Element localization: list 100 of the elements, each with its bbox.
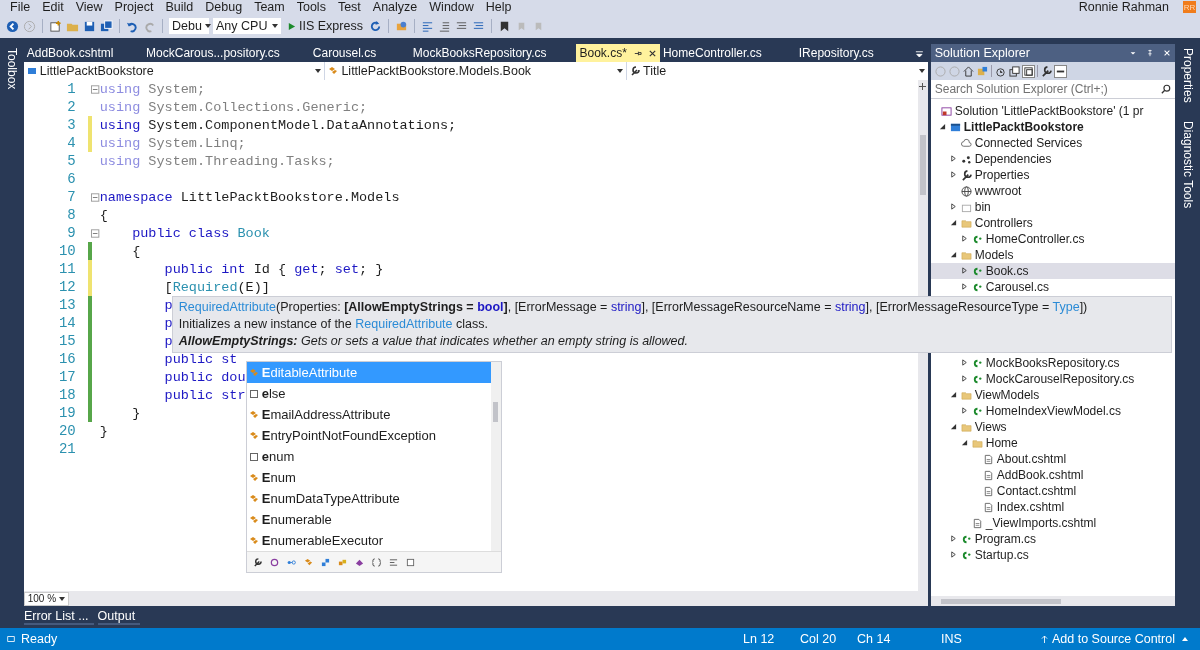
switch-views-icon[interactable] <box>976 65 988 77</box>
completion-item[interactable]: EmailAddressAttribute <box>246 404 491 425</box>
navigation-dropdown[interactable]: LittlePacktBookstore.Models.Book <box>325 62 627 80</box>
document-tab[interactable]: Book.cs* <box>576 44 660 62</box>
source-control-button[interactable]: Add to Source Control <box>1041 632 1188 646</box>
collapsed-arrow-icon[interactable] <box>960 407 968 414</box>
expanded-arrow-icon[interactable] <box>949 219 957 226</box>
back-icon[interactable] <box>6 19 19 33</box>
navigation-dropdown[interactable]: Title <box>627 62 928 80</box>
tree-item[interactable]: MockBooksRepository.cs <box>930 355 1176 371</box>
home-icon[interactable] <box>962 65 974 77</box>
menu-item[interactable]: Debug <box>199 0 249 14</box>
menu-item[interactable]: Build <box>159 0 200 14</box>
completion-item[interactable]: enum <box>246 446 491 467</box>
tree-item[interactable]: Home <box>930 435 1176 451</box>
collapsed-arrow-icon[interactable] <box>949 203 957 210</box>
preview-icon[interactable] <box>1054 65 1066 77</box>
menu-item[interactable]: Edit <box>36 0 70 14</box>
expanded-arrow-icon[interactable] <box>938 123 946 130</box>
show-all-files-icon[interactable] <box>1022 65 1034 77</box>
save-icon[interactable] <box>83 19 96 33</box>
side-panel-tab[interactable]: Properties <box>1180 46 1195 105</box>
align-icon[interactable] <box>420 19 434 33</box>
expanded-arrow-icon[interactable] <box>949 423 957 430</box>
document-tab[interactable]: AddBook.cshtml <box>23 44 144 62</box>
collapsed-arrow-icon[interactable] <box>960 359 968 366</box>
run-button[interactable]: IIS Express <box>285 19 365 33</box>
tree-item[interactable]: _ViewImports.cshtml <box>930 515 1176 531</box>
tree-item[interactable]: Startup.cs <box>930 547 1176 563</box>
tree-item[interactable]: Properties <box>930 167 1176 183</box>
refresh-icon[interactable] <box>368 19 382 33</box>
menu-item[interactable]: Tools <box>290 0 332 14</box>
document-tab[interactable]: MockBooksRepository.cs <box>409 44 577 62</box>
tree-item[interactable]: Connected Services <box>930 135 1176 151</box>
collapsed-arrow-icon[interactable] <box>949 551 957 558</box>
tree-item[interactable]: Carousel.cs <box>930 279 1176 295</box>
tree-item[interactable]: Program.cs <box>930 531 1176 547</box>
keyword-icon[interactable] <box>405 557 415 567</box>
menu-item[interactable]: Help <box>479 0 518 14</box>
collapsed-arrow-icon[interactable] <box>949 155 957 162</box>
menu-item[interactable]: Team <box>248 0 291 14</box>
scrollbar-thumb[interactable] <box>919 135 926 195</box>
collapse-icon[interactable] <box>91 84 100 94</box>
menu-item[interactable]: Test <box>331 0 367 14</box>
completion-item[interactable]: else <box>246 383 491 404</box>
document-tab[interactable]: Carousel.cs <box>309 44 410 62</box>
dropdown-icon[interactable] <box>1129 49 1138 57</box>
tree-item[interactable]: Views <box>930 419 1176 435</box>
tree-item[interactable]: Solution 'LittlePacktBookstore' (1 pr <box>930 103 1176 119</box>
tree-item[interactable]: About.cshtml <box>930 451 1176 467</box>
menu-item[interactable]: Window <box>423 0 480 14</box>
menu-item[interactable]: Analyze <box>366 0 424 14</box>
browser-link-icon[interactable] <box>394 19 408 33</box>
user-name[interactable]: Ronnie Rahman <box>1078 0 1169 14</box>
tree-item[interactable]: AddBook.cshtml <box>930 467 1176 483</box>
new-project-icon[interactable] <box>49 19 62 33</box>
save-all-icon[interactable] <box>100 19 113 33</box>
menu-item[interactable]: View <box>69 0 109 14</box>
collapsed-arrow-icon[interactable] <box>960 375 968 382</box>
close-icon[interactable] <box>1163 49 1172 57</box>
document-tab[interactable]: MockCarous...pository.cs <box>143 44 310 62</box>
completion-item[interactable]: EnumDataTypeAttribute <box>246 488 491 509</box>
tree-item[interactable]: ViewModels <box>930 387 1176 403</box>
document-tab[interactable]: IRepository.cs <box>795 44 915 62</box>
completion-item[interactable]: Enum <box>246 467 491 488</box>
tree-item[interactable]: Controllers <box>930 215 1176 231</box>
platform-dropdown[interactable]: Any CPU <box>213 18 281 34</box>
tree-item[interactable]: LittlePacktBookstore <box>930 119 1176 135</box>
side-panel-tab[interactable]: Diagnostic Tools <box>1180 118 1195 210</box>
snippet-icon[interactable] <box>388 557 398 567</box>
namespace-icon[interactable] <box>371 557 381 567</box>
split-icon[interactable] <box>918 82 928 91</box>
expanded-arrow-icon[interactable] <box>960 439 968 446</box>
expanded-arrow-icon[interactable] <box>949 251 957 258</box>
tree-item[interactable]: Book.cs <box>930 263 1176 279</box>
collapse-icon[interactable] <box>91 228 100 238</box>
history-icon[interactable] <box>994 65 1006 77</box>
pin-icon[interactable] <box>1146 49 1155 57</box>
tree-item[interactable]: MockCarouselRepository.cs <box>930 371 1176 387</box>
search-field[interactable]: Search Solution Explorer (Ctrl+;) <box>930 80 1176 99</box>
completion-item[interactable]: EnumerableExecutor <box>246 530 491 551</box>
tree-item[interactable]: bin <box>930 199 1176 215</box>
tool-window-tab[interactable]: Output <box>97 609 141 625</box>
zoom-dropdown[interactable]: 100 % <box>23 591 70 606</box>
toolbox-tab[interactable]: Toolbox <box>4 46 19 92</box>
collapsed-arrow-icon[interactable] <box>960 267 968 274</box>
tree-item[interactable]: HomeIndexViewModel.cs <box>930 403 1176 419</box>
tree-item[interactable]: HomeController.cs <box>930 231 1176 247</box>
collapsed-arrow-icon[interactable] <box>960 283 968 290</box>
collapse-icon[interactable] <box>91 192 100 202</box>
wrench-icon[interactable] <box>252 557 262 567</box>
collapsed-arrow-icon[interactable] <box>960 235 968 242</box>
menu-item[interactable]: Project <box>108 0 160 14</box>
tree-item[interactable]: Models <box>930 247 1176 263</box>
completion-item[interactable]: Enumerable <box>246 509 491 530</box>
wrench-icon[interactable] <box>1040 65 1052 77</box>
document-tab[interactable]: HomeController.cs <box>659 44 796 62</box>
tab-list-icon[interactable] <box>915 48 924 58</box>
collapse-all-icon[interactable] <box>1008 65 1020 77</box>
scrollbar-thumb[interactable] <box>940 598 1061 604</box>
